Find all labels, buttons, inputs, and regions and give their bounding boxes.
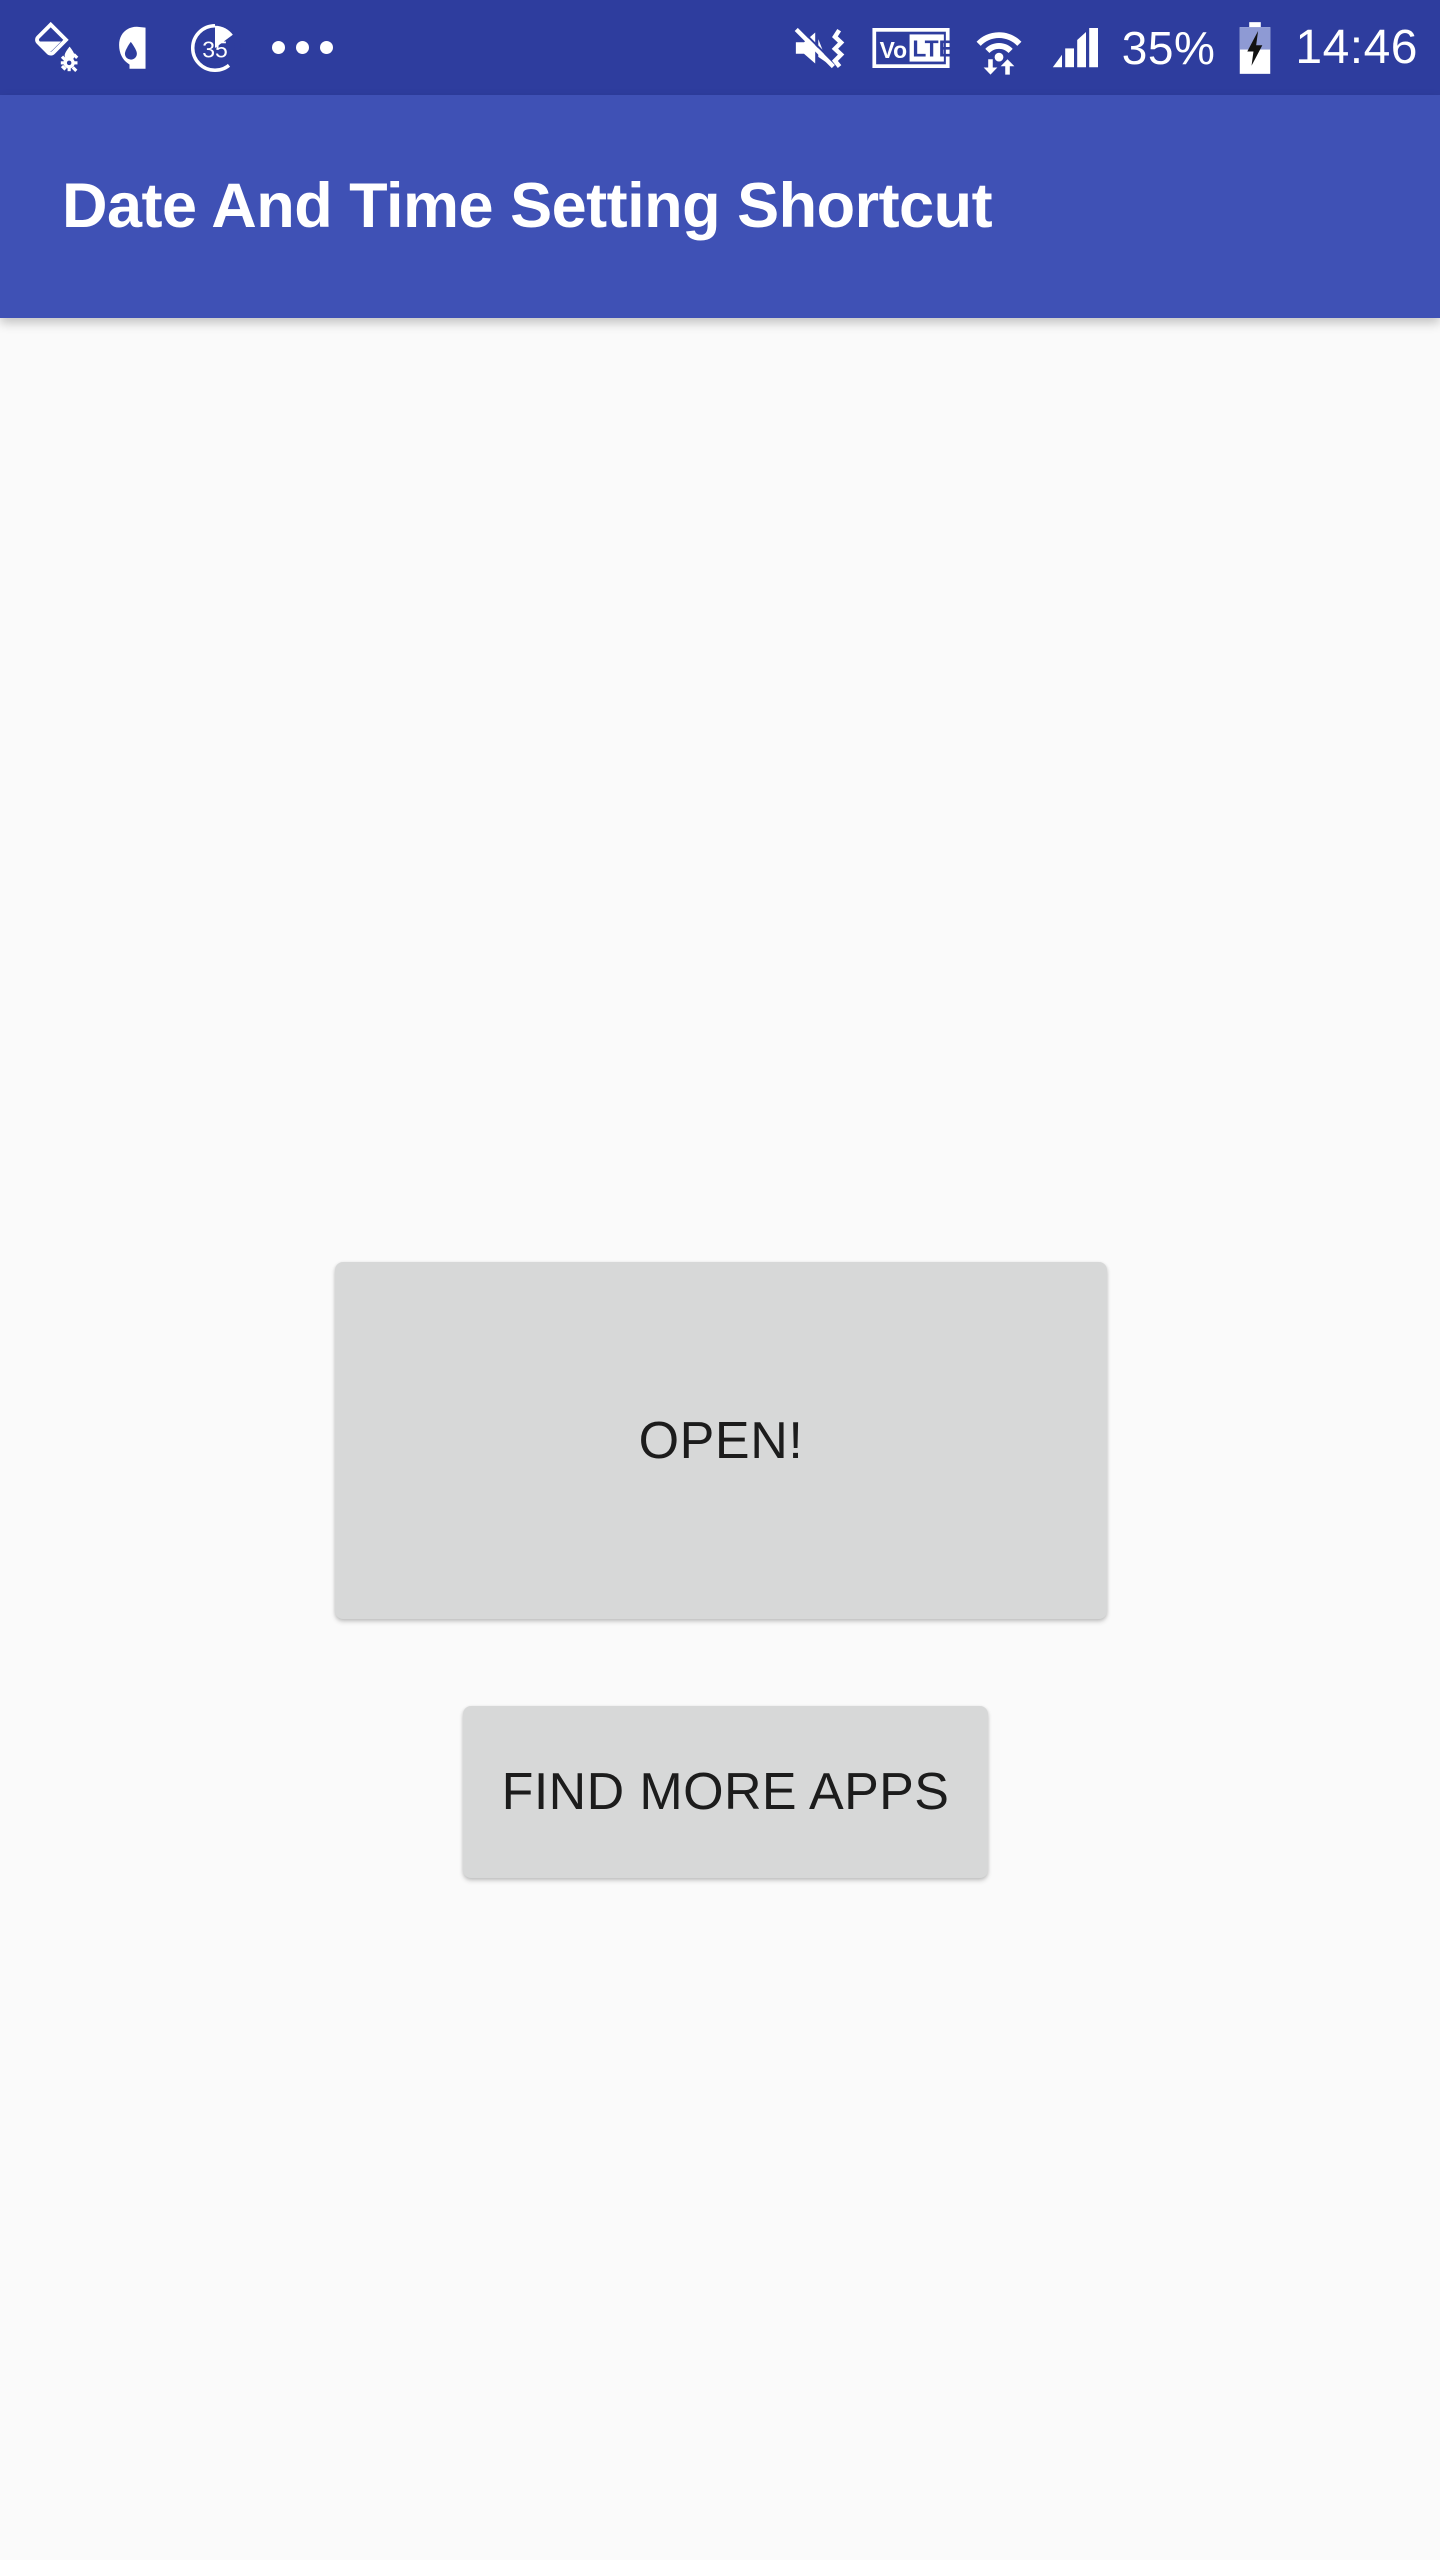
battery-percent-label: 35% [1121, 21, 1216, 74]
find-more-apps-button-label: FIND MORE APPS [501, 1763, 950, 1821]
open-button[interactable]: OPEN! [335, 1262, 1107, 1619]
open-button-label: OPEN! [638, 1411, 804, 1470]
svg-text:LTE: LTE [912, 35, 950, 61]
app-logo-a-icon [110, 22, 162, 74]
clock-label: 14:46 [1295, 20, 1418, 74]
battery-charging-icon [1237, 21, 1273, 75]
volte-icon: Vo LTE [872, 27, 950, 68]
more-notifications-icon [268, 41, 333, 54]
cellular-signal-icon [1048, 24, 1100, 72]
app-bar: Date And Time Setting Shortcut [0, 95, 1440, 318]
svg-text:Vo: Vo [879, 37, 907, 63]
svg-text:35: 35 [202, 36, 228, 62]
find-more-apps-button[interactable]: FIND MORE APPS [463, 1706, 988, 1878]
wifi-data-transfer-icon [972, 21, 1026, 75]
status-bar-right-icons: Vo LTE 35% 14:46 [792, 21, 1418, 75]
paint-bucket-gear-icon [30, 21, 84, 75]
main-content: OPEN! FIND MORE APPS [0, 318, 1440, 2560]
status-bar: 35 Vo LTE 35% 14:46 [0, 0, 1440, 95]
circular-progress-35-icon: 35 [188, 21, 242, 75]
mute-vibrate-icon [792, 22, 850, 74]
page-title: Date And Time Setting Shortcut [62, 171, 993, 241]
status-bar-left-icons: 35 [30, 21, 333, 75]
